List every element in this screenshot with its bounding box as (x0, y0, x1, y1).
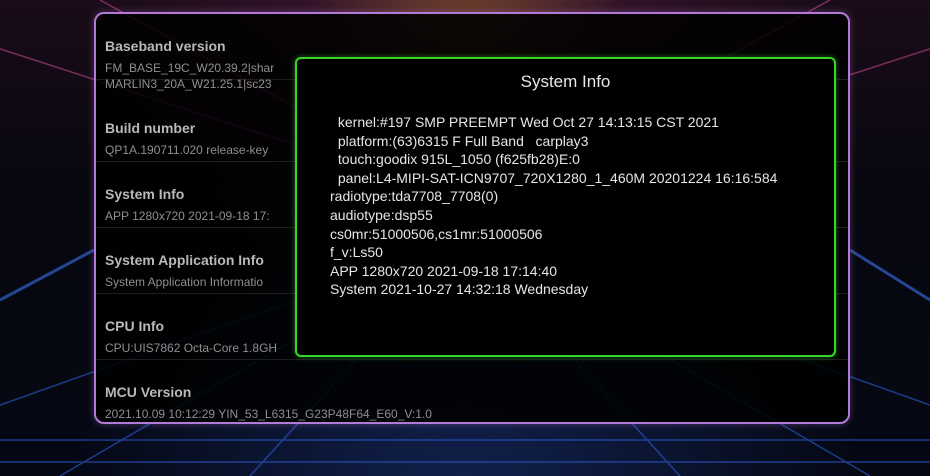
info-line-touch: touch:goodix 915L_1050 (f625fb28)E:0 (334, 151, 580, 168)
setting-subtitle: 2021.10.09 10:12:29 YIN_53_L6315_G23P48F… (105, 407, 432, 421)
setting-subtitle: APP 1280x720 2021-09-18 17: (105, 209, 270, 223)
info-line-system: System 2021-10-27 14:32:18 Wednesday (330, 281, 589, 298)
setting-title: Build number (105, 120, 196, 136)
info-line-platform: platform:(63)6315 F Full Band carplay3 (334, 132, 589, 149)
setting-title: CPU Info (105, 318, 165, 334)
info-line-kernel: kernel:#197 SMP PREEMPT Wed Oct 27 14:13… (334, 114, 719, 130)
info-line-cs0mr: cs0mr:51000506,cs1mr:51000506 (330, 225, 543, 242)
info-line-app: APP 1280x720 2021-09-18 17:14:40 (330, 262, 558, 279)
dialog-title: System Info (520, 72, 611, 91)
info-line-panel: panel:L4-MIPI-SAT-ICN9707_720X1280_1_460… (334, 169, 778, 186)
setting-subtitle: FM_BASE_19C_W20.39.2|shar MARLIN3_20A_W2… (105, 61, 275, 91)
info-line-radiotype: radiotype:tda7708_7708(0) (330, 188, 499, 205)
info-line-fv: f_v:Ls50 (330, 244, 383, 261)
setting-title: System Application Info (105, 252, 264, 268)
setting-subtitle: System Application Informatio (105, 275, 264, 289)
setting-subtitle: CPU:UIS7862 Octa-Core 1.8GH (105, 341, 278, 355)
system-info-dialog[interactable]: System Info kernel:#197 SMP PREEMPT Wed … (295, 57, 836, 357)
setting-title: System Info (105, 186, 185, 202)
info-line-audiotype: audiotype:dsp55 (330, 206, 433, 223)
setting-title: MCU Version (105, 384, 192, 400)
setting-mcu-version[interactable]: MCU Version 2021.10.09 10:12:29 YIN_53_L… (96, 360, 848, 422)
setting-title: Baseband version (105, 38, 226, 54)
system-info-lines: kernel:#197 SMP PREEMPT Wed Oct 27 14:13… (330, 113, 778, 299)
setting-subtitle: QP1A.190711.020 release-key (105, 143, 269, 157)
